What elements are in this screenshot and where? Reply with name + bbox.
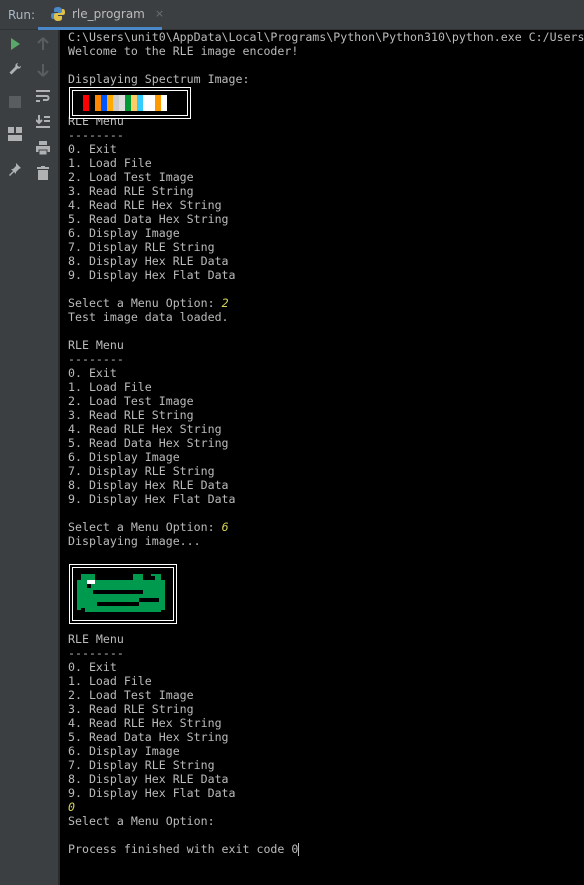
console-line: 1. Load File <box>68 380 152 394</box>
console-line: 8. Display Hex RLE Data <box>68 254 229 268</box>
console-line: RLE Menu <box>68 338 124 352</box>
console-line: -------- <box>68 646 124 660</box>
spectrum-swatch <box>89 95 95 111</box>
console-line: 7. Display RLE String <box>68 758 215 772</box>
spectrum-swatch <box>107 95 113 111</box>
console-line: 2. Load Test Image <box>68 170 194 184</box>
console-line: Select a Menu Option: 2 <box>68 296 229 310</box>
console-line: 5. Read Data Hex String <box>68 212 229 226</box>
python-icon <box>50 6 66 22</box>
tab-rle-program[interactable]: rle_program × <box>38 0 164 30</box>
run-label: Run: <box>8 8 36 22</box>
console-line: 8. Display Hex RLE Data <box>68 772 229 786</box>
user-input: 0 <box>68 800 75 814</box>
console-line: -------- <box>68 128 124 142</box>
console-line: Select a Menu Option: 6 <box>68 520 229 534</box>
console-line: 1. Load File <box>68 674 152 688</box>
console-line: 9. Display Hex Flat Data <box>68 268 236 282</box>
run-icon[interactable] <box>5 34 25 54</box>
console-line: 7. Display RLE String <box>68 464 215 478</box>
run-sidebar <box>0 30 59 885</box>
arrow-up-icon[interactable] <box>33 34 53 54</box>
console-output[interactable]: C:\Users\unit0\AppData\Local\Programs\Py… <box>60 30 584 885</box>
console-line: Select a Menu Option: <box>68 814 222 828</box>
console-line: 4. Read RLE Hex String <box>68 422 222 436</box>
console-line: Displaying Spectrum Image: <box>68 72 250 86</box>
console-line: -------- <box>68 352 124 366</box>
spectrum-image <box>69 87 191 119</box>
console-line: 3. Read RLE String <box>68 702 194 716</box>
console-line: 4. Read RLE Hex String <box>68 716 222 730</box>
spectrum-swatch <box>131 95 137 111</box>
spectrum-swatch <box>95 95 101 111</box>
console-line: 6. Display Image <box>68 744 180 758</box>
pin-icon[interactable] <box>5 159 25 179</box>
console-line: 0 <box>68 800 75 814</box>
user-input: 2 <box>221 296 229 310</box>
console-line: 0. Exit <box>68 366 117 380</box>
spectrum-swatch <box>155 95 161 111</box>
spectrum-swatch <box>137 95 143 111</box>
run-toolbar: Run: rle_program × <box>0 0 584 30</box>
arrow-down-icon[interactable] <box>33 60 53 80</box>
layout-icon[interactable] <box>5 124 25 144</box>
console-line: 5. Read Data Hex String <box>68 436 229 450</box>
stop-icon[interactable] <box>5 92 25 112</box>
spectrum-swatch <box>161 95 167 111</box>
console-line: 2. Load Test Image <box>68 688 194 702</box>
wrench-icon[interactable] <box>5 59 25 79</box>
spectrum-swatch <box>143 95 149 111</box>
spectrum-swatch <box>101 95 107 111</box>
user-input: 6 <box>221 520 229 534</box>
console-line: 1. Load File <box>68 156 152 170</box>
console-line: 6. Display Image <box>68 450 180 464</box>
soft-wrap-icon[interactable] <box>33 86 53 106</box>
console-line: Process finished with exit code 0 <box>68 842 300 856</box>
scroll-to-end-icon[interactable] <box>33 111 53 131</box>
tab-label: rle_program <box>72 6 145 21</box>
spectrum-swatch <box>119 95 125 111</box>
spectrum-swatch <box>77 95 83 111</box>
text-cursor <box>298 843 300 856</box>
frog-sprite <box>77 572 169 616</box>
console-line: 6. Display Image <box>68 226 180 240</box>
console-line: 3. Read RLE String <box>68 408 194 422</box>
console-line: C:\Users\unit0\AppData\Local\Programs\Py… <box>68 30 584 44</box>
spectrum-swatch <box>83 95 89 111</box>
console-line: RLE Menu <box>68 632 124 646</box>
console-line: 5. Read Data Hex String <box>68 730 229 744</box>
spectrum-swatches <box>77 95 167 111</box>
console-line: Test image data loaded. <box>68 310 229 324</box>
console-line: 0. Exit <box>68 142 117 156</box>
console-line: 9. Display Hex Flat Data <box>68 786 236 800</box>
spectrum-swatch <box>149 95 155 111</box>
console-line: 2. Load Test Image <box>68 394 194 408</box>
console-line: 7. Display RLE String <box>68 240 215 254</box>
console-line: Displaying image... <box>68 534 201 548</box>
spectrum-swatch <box>113 95 119 111</box>
print-icon[interactable] <box>33 138 53 158</box>
spectrum-swatch <box>125 95 131 111</box>
console-line: Welcome to the RLE image encoder! <box>68 44 299 58</box>
trash-icon[interactable] <box>33 163 53 183</box>
test-image <box>69 564 177 624</box>
close-icon[interactable]: × <box>155 7 164 20</box>
console-line: 3. Read RLE String <box>68 184 194 198</box>
console-line: 4. Read RLE Hex String <box>68 198 222 212</box>
console-line: 9. Display Hex Flat Data <box>68 492 236 506</box>
console-line: 8. Display Hex RLE Data <box>68 478 229 492</box>
console-line: 0. Exit <box>68 660 117 674</box>
